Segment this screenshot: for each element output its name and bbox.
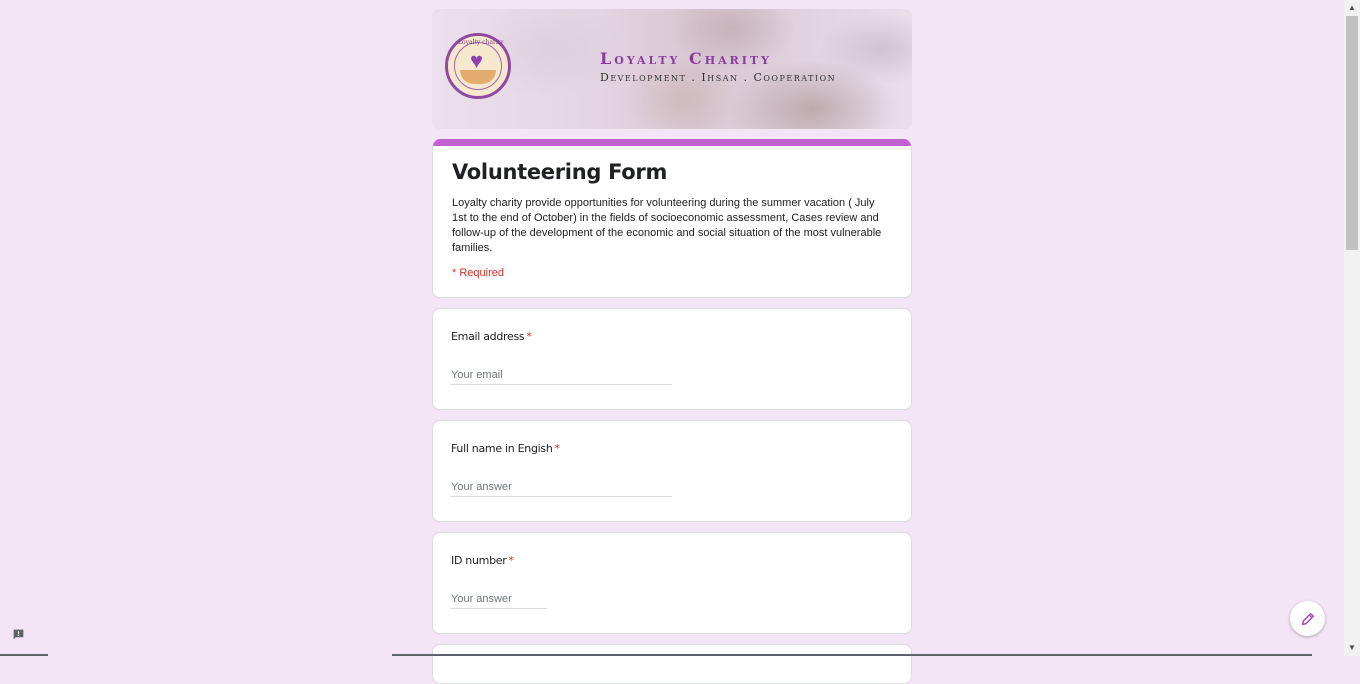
question-card-email: Email address * <box>432 308 912 410</box>
question-label-text: ID number <box>451 554 507 567</box>
full-name-field[interactable] <box>451 481 672 497</box>
pencil-icon <box>1301 612 1314 625</box>
report-icon[interactable] <box>10 627 26 641</box>
scrollbar-thumb[interactable] <box>1346 16 1358 250</box>
question-label-text: Full name in Engish <box>451 442 553 455</box>
question-label: Full name in Engish * <box>451 442 892 455</box>
scrollbar[interactable]: ▲ ▼ <box>1344 0 1360 656</box>
form-page: Loyalty charity ♥ Loyalty Charity Develo… <box>432 9 912 684</box>
report-icon-graphic <box>13 629 23 639</box>
required-star: * <box>554 442 561 455</box>
accent-bar <box>433 139 911 146</box>
banner-org-name: Loyalty Charity <box>600 49 772 68</box>
header-banner: Loyalty charity ♥ Loyalty Charity Develo… <box>432 9 912 129</box>
id-number-field[interactable] <box>451 593 547 609</box>
logo-text: Loyalty charity <box>458 39 504 46</box>
scroll-down-icon[interactable]: ▼ <box>1344 640 1360 656</box>
heart-icon: ♥ <box>470 48 484 73</box>
question-card-id-number: ID number * <box>432 532 912 634</box>
required-star: * <box>508 554 514 567</box>
question-label: Email address * <box>451 330 892 343</box>
question-label-text: Email address <box>451 330 525 343</box>
edit-button[interactable] <box>1290 601 1325 636</box>
scroll-up-icon[interactable]: ▲ <box>1344 0 1360 16</box>
email-field[interactable] <box>451 369 672 385</box>
form-description: Loyalty charity provide opportunities fo… <box>452 197 882 254</box>
question-label: ID number * <box>451 554 892 567</box>
banner-tagline: Development . Ihsan . Cooperation <box>600 71 837 84</box>
required-note: * Required <box>452 267 504 279</box>
required-star: * <box>526 330 532 343</box>
form-title: Volunteering Form <box>452 160 668 184</box>
charity-logo: Loyalty charity ♥ <box>445 33 511 99</box>
question-card-partial <box>432 644 912 684</box>
question-card-full-name: Full name in Engish * <box>432 420 912 522</box>
form-header-card: Volunteering Form Loyalty charity provid… <box>432 139 912 298</box>
